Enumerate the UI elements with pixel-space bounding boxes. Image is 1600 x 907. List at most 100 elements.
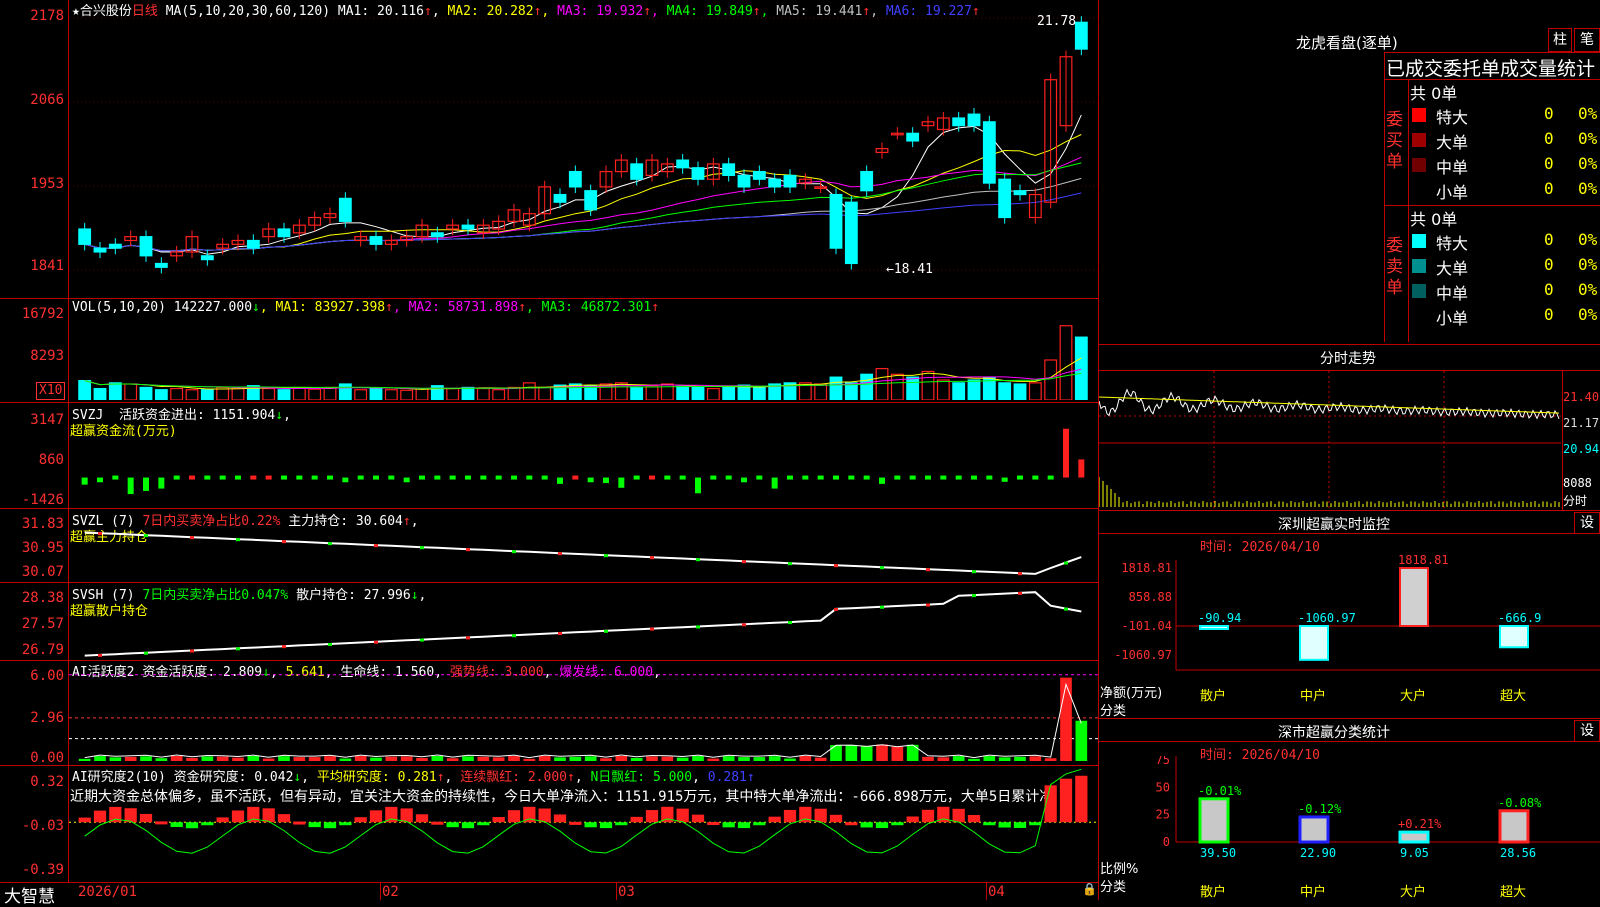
research-bar xyxy=(753,822,766,826)
volume-bar xyxy=(384,389,398,400)
sz-class-change-label: -0.01% xyxy=(1198,784,1242,798)
candle-body xyxy=(676,159,690,169)
candle-body xyxy=(768,178,782,188)
activity-bar xyxy=(630,757,643,761)
sz-class-value-label: 39.50 xyxy=(1200,846,1236,860)
candle-body xyxy=(78,228,92,245)
main-holding-line-mark xyxy=(834,564,838,568)
tab-volume-stats[interactable]: 成交量统计 xyxy=(1500,58,1595,80)
intraday-chart[interactable] xyxy=(1099,371,1561,509)
volume-bar xyxy=(200,389,214,400)
candle-body xyxy=(553,193,567,203)
x-date-mar: 03 xyxy=(618,884,635,900)
svzl-y-mid: 30.95 xyxy=(21,540,64,556)
activity-bar xyxy=(1044,758,1057,761)
research-bar xyxy=(1029,822,1042,826)
volume-bar xyxy=(630,386,644,400)
sz-monitor-y-label: 858.88 xyxy=(1129,590,1172,604)
lock-icon[interactable]: 🔒 xyxy=(1082,882,1097,896)
fund-flow-mark xyxy=(189,475,195,480)
sz-ratio-bar-chart[interactable]: 75 50 25 0 -0.01% 39.50 散户 -0.12% 22.90 中户 +0.21% 9… xyxy=(1100,756,1600,900)
research-bar xyxy=(277,814,291,823)
vol-header: VOL(5,10,20) 142227.000↓, MA1: 83927.398… xyxy=(72,300,660,315)
fenshi-title[interactable]: 分时走势 xyxy=(1320,348,1376,368)
research-bar xyxy=(553,814,567,823)
fund-flow-chart[interactable] xyxy=(69,404,1098,504)
lhb-tabs: 已成交委托单成交量统计 xyxy=(1386,54,1595,81)
order-size-label: 大单 xyxy=(1436,259,1469,278)
retail-holding-line-mark xyxy=(144,651,148,655)
sz-class-value-label: 22.90 xyxy=(1300,846,1336,860)
volume-bar xyxy=(522,382,536,400)
sz-monitor-category: 超大 xyxy=(1500,689,1526,704)
fund-flow-mark xyxy=(173,475,180,480)
ai-research-chart[interactable] xyxy=(69,766,1098,882)
candle-body xyxy=(108,243,122,249)
candle-body xyxy=(998,178,1012,219)
research-bar xyxy=(231,810,245,823)
fund-flow-mark xyxy=(863,475,870,480)
volume-bar xyxy=(890,373,904,400)
main-holding-line xyxy=(84,531,1082,575)
research-bar xyxy=(630,816,643,823)
panel-divider xyxy=(0,508,1098,509)
tick-view-button[interactable]: 笔 xyxy=(1574,28,1600,52)
tab-filled[interactable]: 已成交 xyxy=(1386,58,1443,80)
tab-orders[interactable]: 委托单 xyxy=(1443,58,1500,80)
candle-body xyxy=(568,170,582,188)
research-bar xyxy=(201,822,214,826)
main-holding-line-mark xyxy=(880,566,884,570)
order-color-swatch xyxy=(1412,309,1426,323)
activity-bar xyxy=(661,756,674,761)
ai-research-y-mid: -0.03 xyxy=(21,818,64,834)
main-holding-line-mark xyxy=(972,570,976,574)
sz-class-value-label: 9.05 xyxy=(1400,846,1429,860)
research-bar xyxy=(615,822,628,826)
svzl-y-top: 31.83 xyxy=(21,516,64,532)
activity-bar xyxy=(339,758,352,761)
sz-class-settings-button[interactable]: 设 xyxy=(1574,720,1600,742)
volume-bar xyxy=(706,387,720,400)
candle-body xyxy=(1013,190,1027,196)
research-bar xyxy=(308,822,321,828)
volume-bar xyxy=(844,382,858,400)
activity-bar xyxy=(109,757,122,761)
activity-bar xyxy=(830,745,842,761)
volume-bar xyxy=(78,379,92,400)
activity-bar xyxy=(523,758,536,761)
activity-bar xyxy=(600,758,612,761)
sz-net-flow-bar-chart[interactable]: 1818.81 858.88 -101.04 -1060.97 -90.94 散户 -106… xyxy=(1100,554,1600,714)
sz-class-category: 散户 xyxy=(1200,884,1226,900)
bar-view-button[interactable]: 柱 xyxy=(1548,28,1572,52)
volume-bar xyxy=(476,387,490,400)
fund-flow-mark xyxy=(909,475,916,480)
candle-body xyxy=(430,232,444,238)
sz-monitor-settings-button[interactable]: 设 xyxy=(1574,512,1600,534)
main-holding-chart[interactable] xyxy=(69,510,1098,582)
volume-chart[interactable] xyxy=(69,316,1098,400)
activity-bar xyxy=(646,756,658,761)
order-percent: 0% xyxy=(1578,104,1598,123)
fund-flow-mark xyxy=(449,475,456,480)
fund-flow-mark xyxy=(940,475,947,480)
volume-bar xyxy=(446,387,460,400)
svzl-y-bot: 30.07 xyxy=(21,564,64,580)
fund-flow-bar xyxy=(81,477,88,485)
activity-bar xyxy=(845,744,858,761)
sz-class-y-label: 75 xyxy=(1156,756,1170,767)
retail-holding-chart[interactable] xyxy=(69,584,1098,660)
activity-bar xyxy=(308,757,321,761)
activity-bar xyxy=(753,757,766,761)
activity-bar xyxy=(446,758,459,761)
x-tick xyxy=(380,882,381,900)
fund-flow-mark xyxy=(465,475,471,480)
sz-monitor-value-label: -1060.97 xyxy=(1298,611,1356,625)
vol-unit-badge: X10 xyxy=(36,382,66,400)
activity-bar xyxy=(952,756,965,761)
sell-total: 共 0单 xyxy=(1410,210,1458,229)
ai-activity-chart[interactable] xyxy=(69,661,1098,765)
sz-monitor-header-border xyxy=(1098,533,1600,534)
activity-bar xyxy=(262,758,275,761)
activity-bar xyxy=(324,756,336,761)
candlestick-chart[interactable] xyxy=(69,16,1098,298)
